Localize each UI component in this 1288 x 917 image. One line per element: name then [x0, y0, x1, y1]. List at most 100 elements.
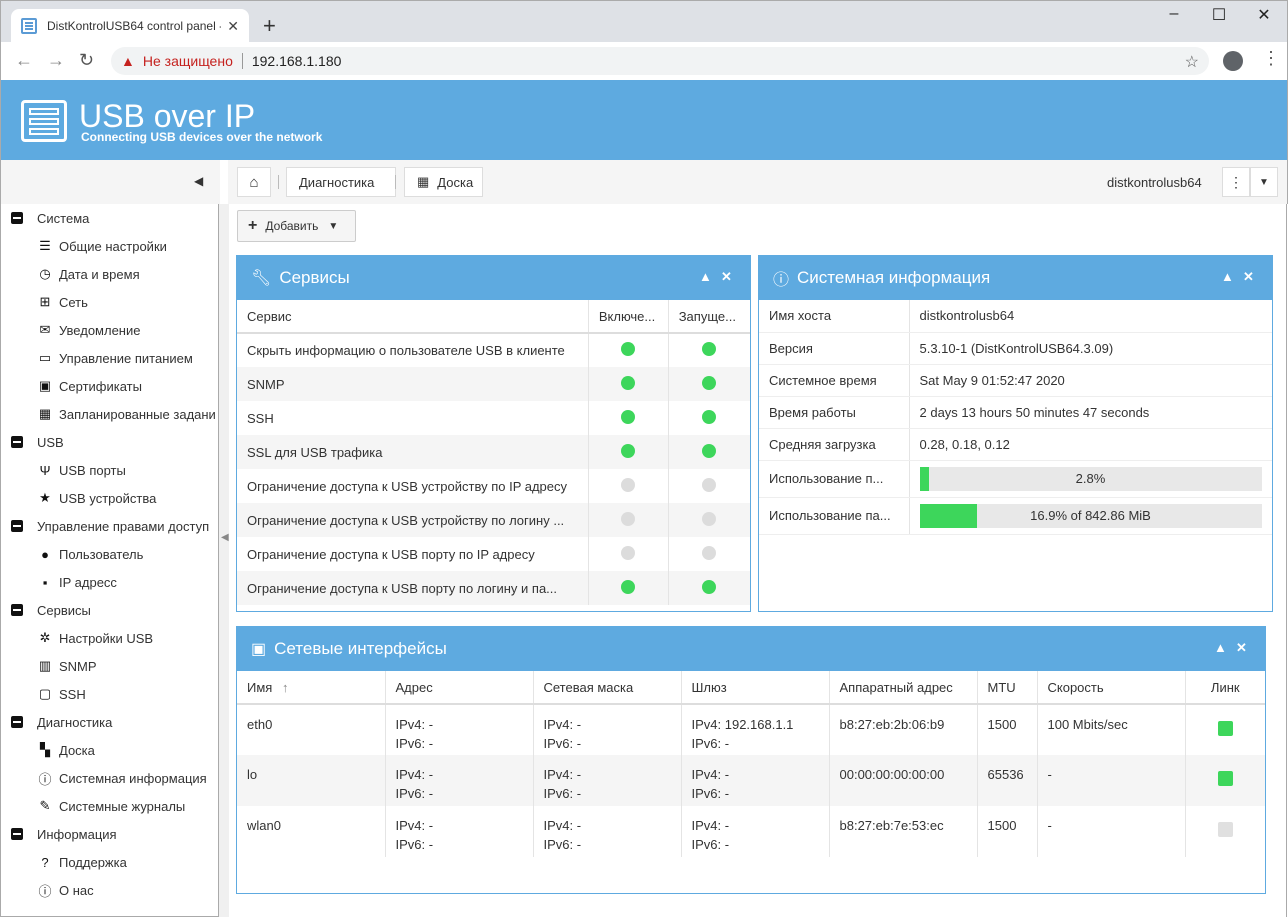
warning-icon[interactable]: ▲	[121, 53, 135, 69]
sidebar-group[interactable]: Управление правами доступ	[1, 512, 218, 540]
sidebar-item[interactable]: ▪ IP адресс	[1, 568, 218, 596]
address-bar[interactable]: ▲ Не защищено 192.168.1.180 ☆	[111, 47, 1209, 75]
sidebar-item-label: Сертификаты	[59, 378, 142, 394]
breadcrumb: ⌂ Диагностика ▦ Доска distkontrolusb64 ⋮…	[228, 160, 1288, 204]
table-row[interactable]: eth0 IPv4: - IPv6: - IPv4: - IPv6: - IPv4: 19…	[237, 704, 1265, 755]
column-header[interactable]: Линк	[1185, 671, 1265, 705]
collapse-group-icon[interactable]	[11, 828, 23, 840]
url-text[interactable]: 192.168.1.180	[252, 53, 342, 69]
collapse-panel-icon[interactable]: ▲	[1221, 269, 1234, 284]
sidebar-item[interactable]: ⓘ Системная информация	[1, 764, 218, 792]
ipv6-text: IPv6: -	[543, 786, 582, 801]
collapse-group-icon[interactable]	[11, 436, 23, 448]
sidebar-item[interactable]: ☰ Общие настройки	[1, 232, 218, 260]
browser-menu-icon[interactable]: ⋮	[1262, 48, 1280, 69]
sidebar-group[interactable]: Сервисы	[1, 596, 218, 624]
browser-tab[interactable]: DistKontrolUSB64 control panel - ✕	[11, 9, 249, 43]
window-close-icon[interactable]: ✕	[1241, 5, 1287, 25]
bookmark-star-icon[interactable]: ☆	[1185, 52, 1199, 72]
collapse-group-icon[interactable]	[11, 520, 23, 532]
iface-mtu: 1500	[977, 806, 1038, 857]
collapse-group-icon[interactable]	[11, 212, 23, 224]
collapse-group-icon[interactable]	[11, 604, 23, 616]
sidebar-item[interactable]: ▥ SNMP	[1, 652, 218, 680]
sidebar-item[interactable]: ◷ Дата и время	[1, 260, 218, 288]
chevron-down-icon[interactable]: ▼	[1250, 167, 1278, 197]
table-row[interactable]: Скрыть информацию о пользователе USB в к…	[237, 333, 750, 367]
sidebar-item[interactable]: ▦ Запланированные задани	[1, 400, 218, 428]
ipv4-text: IPv4: -	[543, 717, 582, 732]
sidebar-group-label: Сервисы	[37, 602, 91, 618]
sidebar-item[interactable]: ? Поддержка	[1, 848, 218, 876]
close-panel-icon[interactable]: ✕	[1243, 269, 1254, 285]
minimize-icon[interactable]: –	[1151, 5, 1197, 23]
column-header[interactable]: Сетевая маска	[533, 671, 682, 705]
sidebar-item[interactable]: ▣ Сертификаты	[1, 372, 218, 400]
splitter-arrow-icon[interactable]: ◀	[221, 532, 229, 543]
column-header[interactable]: MTU	[977, 671, 1038, 705]
sidebar-group[interactable]: Диагностика	[1, 708, 218, 736]
sidebar-item[interactable]: ▢ SSH	[1, 680, 218, 708]
info-value: 0.28, 0.18, 0.12	[909, 428, 1272, 461]
home-icon[interactable]: ⌂	[237, 167, 271, 197]
table-row[interactable]: wlan0 IPv4: - IPv6: - IPv4: - IPv6: - IPv4: -…	[237, 806, 1265, 857]
close-panel-icon[interactable]: ✕	[721, 269, 732, 285]
wrench-icon: 🔧︎	[251, 270, 272, 287]
service-name: Ограничение доступа к USB порту по IP ад…	[237, 537, 589, 571]
running-cell	[668, 333, 750, 367]
running-cell	[668, 469, 750, 503]
sidebar-item[interactable]: ⊞ Сеть	[1, 288, 218, 316]
insecure-label[interactable]: Не защищено	[143, 53, 233, 69]
column-header[interactable]: Аппаратный адрес	[829, 671, 978, 705]
sidebar-group[interactable]: Система	[1, 204, 218, 232]
sidebar-item[interactable]: Ψ USB порты	[1, 456, 218, 484]
new-tab-button[interactable]: +	[263, 13, 276, 39]
table-row[interactable]: lo IPv4: - IPv6: - IPv4: - IPv6: - IPv4: - IPv…	[237, 755, 1265, 806]
reload-icon[interactable]: ↻	[79, 50, 94, 71]
tab-close-icon[interactable]: ✕	[227, 18, 239, 35]
envelope-icon: ✉	[39, 322, 51, 337]
ipv4-text: IPv4: -	[691, 818, 730, 833]
sidebar-item[interactable]: ✉ Уведомление	[1, 316, 218, 344]
table-row[interactable]: Ограничение доступа к USB устройству по …	[237, 503, 750, 537]
column-header[interactable]: Шлюз	[681, 671, 830, 705]
table-row[interactable]: Ограничение доступа к USB порту по IP ад…	[237, 537, 750, 571]
table-row[interactable]: Ограничение доступа к USB устройству по …	[237, 469, 750, 503]
more-options-icon[interactable]: ⋮	[1222, 167, 1250, 197]
back-icon[interactable]: ←	[15, 50, 33, 71]
sidebar-item[interactable]: ● Пользователь	[1, 540, 218, 568]
column-header[interactable]: Скорость	[1037, 671, 1186, 705]
iface-mtu: 65536	[977, 755, 1038, 806]
sidebar-item[interactable]: ✎ Системные журналы	[1, 792, 218, 820]
sort-ascending-icon[interactable]: ↑	[282, 680, 289, 695]
profile-avatar-icon[interactable]	[1223, 51, 1243, 71]
column-header[interactable]: Включе...	[588, 300, 669, 334]
sidebar-item[interactable]: ▭ Управление питанием	[1, 344, 218, 372]
sidebar-item[interactable]: ⓘ О нас	[1, 876, 218, 904]
sidebar-item[interactable]: ✲ Настройки USB	[1, 624, 218, 652]
column-header[interactable]: Адрес	[385, 671, 534, 705]
table-row[interactable]: SSH	[237, 401, 750, 435]
column-header[interactable]: Запуще...	[668, 300, 750, 334]
column-header[interactable]: Сервис	[237, 300, 589, 334]
dashboard-icon: ▦	[417, 174, 430, 189]
forward-icon[interactable]: →	[47, 50, 65, 71]
sidebar-item[interactable]: ▚ Доска	[1, 736, 218, 764]
sidebar-group[interactable]: Информация	[1, 820, 218, 848]
sidebar-item[interactable]: ★ USB устройства	[1, 484, 218, 512]
table-row[interactable]: Ограничение доступа к USB порту по логин…	[237, 571, 750, 605]
add-widget-button[interactable]: + Добавить ▼	[237, 210, 356, 242]
column-header-name[interactable]: Имя ↑	[237, 671, 386, 705]
breadcrumb-diagnostics[interactable]: Диагностика	[286, 167, 396, 197]
sidebar-splitter[interactable]	[219, 204, 229, 917]
maximize-icon[interactable]: ☐	[1196, 5, 1242, 25]
breadcrumb-board[interactable]: ▦ Доска	[404, 167, 483, 197]
collapse-group-icon[interactable]	[11, 716, 23, 728]
close-panel-icon[interactable]: ✕	[1236, 640, 1247, 656]
collapse-sidebar-icon[interactable]: ◀	[194, 174, 203, 188]
sidebar-group[interactable]: USB	[1, 428, 218, 456]
table-row[interactable]: SSL для USB трафика	[237, 435, 750, 469]
collapse-panel-icon[interactable]: ▲	[699, 269, 712, 284]
collapse-panel-icon[interactable]: ▲	[1214, 640, 1227, 655]
table-row[interactable]: SNMP	[237, 367, 750, 401]
